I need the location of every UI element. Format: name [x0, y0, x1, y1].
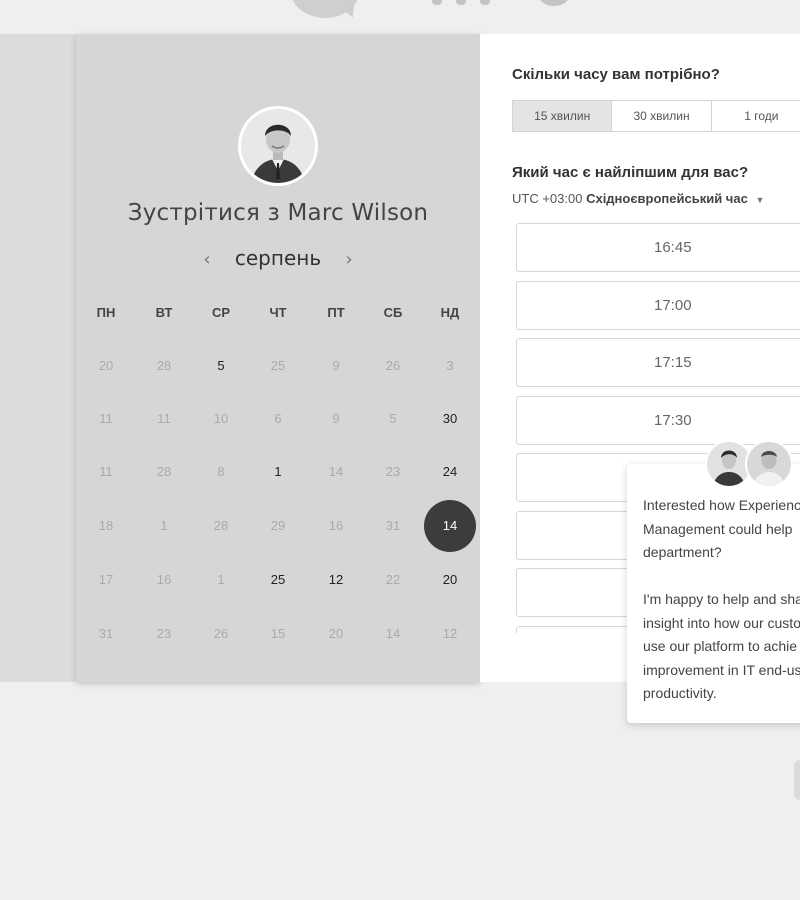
calendar-day: 28 — [156, 464, 172, 479]
chat-line: insight into how our custo — [643, 614, 800, 631]
agent-avatar-icon — [745, 440, 793, 488]
calendar-day: 11 — [99, 464, 113, 479]
calendar-day: 11 — [99, 411, 113, 426]
calendar-day: 1 — [160, 518, 168, 533]
calendar-day: 29 — [270, 518, 286, 533]
chat-agent-avatars — [705, 440, 795, 490]
host-avatar — [238, 106, 318, 186]
calendar-day[interactable]: 12 — [310, 554, 362, 606]
calendar-day: 26 — [213, 626, 229, 641]
calendar-day[interactable]: 5 — [195, 340, 247, 392]
time-slot-button[interactable]: 16:45 — [516, 223, 800, 272]
chat-line: department? — [643, 544, 722, 560]
chat-message: Interested how Experienc Management could… — [643, 494, 800, 706]
time-slot-button[interactable]: 17:00 — [516, 280, 800, 330]
chat-line: improvement in IT end-us — [643, 661, 800, 678]
time-slot-button[interactable]: 17:30 — [516, 395, 800, 445]
chat-line: productivity. — [643, 685, 717, 701]
calendar-day: 3 — [446, 358, 454, 373]
calendar-day[interactable]: 24 — [424, 446, 476, 498]
calendar-day: 18 — [98, 518, 114, 533]
calendar-day: 23 — [156, 626, 172, 641]
calendar-day[interactable]: 1 — [252, 446, 304, 498]
calendar-day: 31 — [98, 626, 114, 641]
calendar-day: 28 — [213, 518, 229, 533]
calendar-day: 5 — [389, 411, 397, 426]
chat-line: I'm happy to help and sha — [643, 591, 800, 607]
chat-popup[interactable]: Interested how Experienc Management could… — [627, 440, 800, 723]
calendar-day: 31 — [385, 518, 401, 533]
calendar-day: 25 — [270, 358, 286, 373]
chat-line: Interested how Experienc — [643, 497, 800, 513]
weekday-label: ПТ — [327, 305, 345, 320]
calendar-day: 6 — [274, 411, 282, 426]
calendar-day: 23 — [385, 464, 401, 479]
chat-launcher-edge[interactable] — [794, 760, 800, 800]
calendar-day[interactable]: 20 — [424, 554, 476, 606]
timezone-dropdown[interactable]: UTC +03:00 Східноєвропейський час ▼ — [512, 191, 764, 206]
person-portrait-icon — [241, 109, 315, 183]
duration-option[interactable]: 1 годи — [711, 100, 800, 132]
calendar-day: 20 — [328, 626, 344, 641]
meeting-title: Зустрітися з Marc Wilson — [76, 200, 480, 226]
duration-question: Скільки часу вам потрібно? — [512, 66, 720, 83]
calendar-day: 1 — [217, 572, 225, 587]
calendar-day[interactable]: 25 — [252, 554, 304, 606]
chevron-left-icon[interactable]: ‹ — [185, 249, 228, 270]
calendar-day: 28 — [156, 358, 172, 373]
brand-logo — [290, 0, 590, 22]
calendar-day: 12 — [442, 626, 458, 641]
calendar-day: 14 — [385, 626, 401, 641]
chat-line: use our platform to achie — [643, 638, 798, 654]
calendar-day: 16 — [328, 518, 344, 533]
calendar-day-selected[interactable]: 14 — [424, 500, 476, 552]
calendar-day: 8 — [217, 464, 225, 479]
calendar-day: 15 — [270, 626, 286, 641]
calendar-day: 9 — [332, 411, 340, 426]
caret-down-icon: ▼ — [755, 195, 765, 205]
chat-line — [643, 565, 800, 589]
calendar-day[interactable]: 30 — [424, 393, 476, 445]
timezone-offset: UTC +03:00 — [512, 191, 583, 206]
timezone-name: Східноєвропейський час — [586, 191, 748, 206]
current-month: серпень — [234, 246, 322, 270]
calendar-day: 11 — [157, 411, 171, 426]
host-name: Marc Wilson — [287, 200, 429, 226]
duration-selector: 15 хвилин 30 хвилин 1 годи — [512, 100, 800, 132]
weekday-label: ПН — [96, 305, 116, 320]
chat-line: Management could help — [643, 520, 793, 537]
time-slot-button[interactable]: 17:15 — [516, 338, 800, 387]
calendar-day: 10 — [213, 411, 229, 426]
weekday-label: НД — [440, 305, 460, 320]
page-side-strip — [0, 34, 76, 682]
calendar-day: 22 — [385, 572, 401, 587]
weekday-label: ЧТ — [269, 305, 287, 320]
calendar-day: 20 — [98, 358, 114, 373]
meeting-title-prefix: Зустрітися з — [127, 200, 280, 226]
weekday-label: СБ — [383, 305, 403, 320]
calendar-day: 26 — [385, 358, 401, 373]
calendar-day: 16 — [156, 572, 172, 587]
weekday-label: ВТ — [155, 305, 173, 320]
chevron-right-icon[interactable]: › — [327, 249, 370, 270]
duration-option[interactable]: 15 хвилин — [512, 100, 613, 132]
calendar-panel: Зустрітися з Marc Wilson ‹ серпень › ПН В… — [76, 34, 480, 682]
month-navigator: ‹ серпень › — [76, 246, 480, 270]
calendar-day: 17 — [98, 572, 114, 587]
calendar-day: 9 — [332, 358, 340, 373]
calendar-day: 14 — [328, 464, 344, 479]
duration-option[interactable]: 30 хвилин — [612, 100, 712, 132]
weekday-label: СР — [211, 305, 231, 320]
time-question: Який час є найліпшим для вас? — [512, 164, 749, 181]
